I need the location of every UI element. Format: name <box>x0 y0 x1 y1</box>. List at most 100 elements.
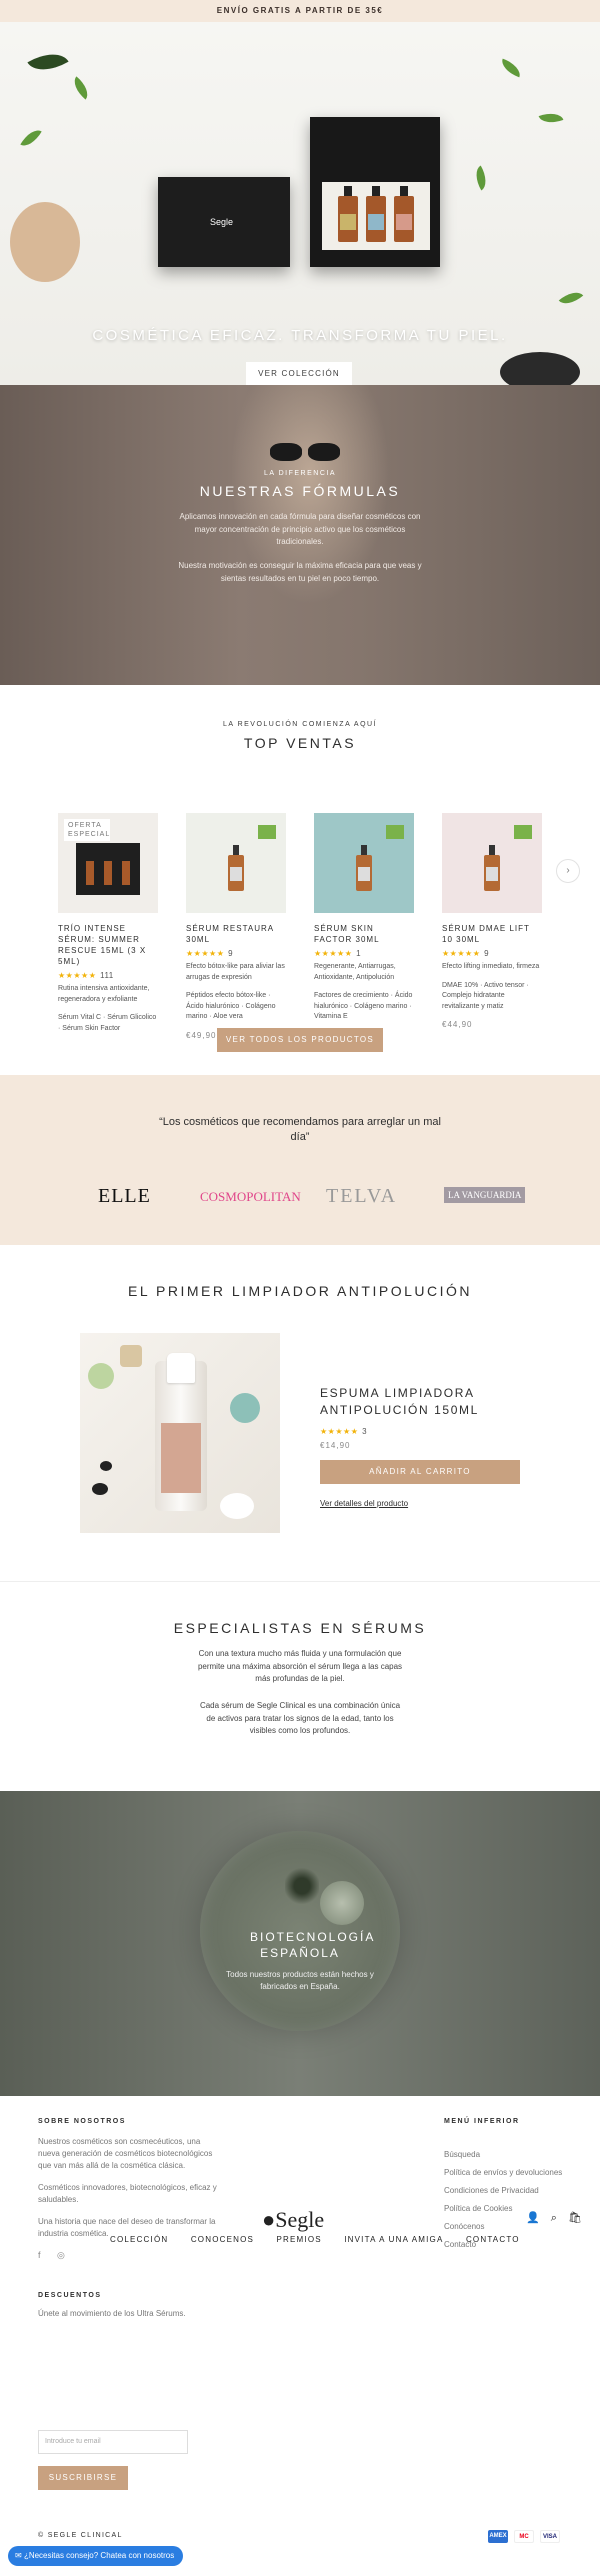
footer-link[interactable]: Búsqueda <box>444 2146 562 2164</box>
top-sales-overline: LA REVOLUCIÓN COMIENZA AQUÍ <box>222 721 378 728</box>
biotech-section: BIOTECNOLOGÍA ESPAÑOLA Todos nuestros pr… <box>0 1791 600 2096</box>
logo-mark-icon: ● <box>262 2207 276 2232</box>
review-count: 111 <box>100 971 114 980</box>
nav-item-conocenos[interactable]: CONOCENOS <box>191 2235 254 2244</box>
amex-icon: AMEX <box>488 2530 508 2543</box>
review-count: 9 <box>484 949 490 958</box>
hero-section: Segle COSMÉTICA EFICAZ. TRANSFORMA TU PI… <box>0 22 600 385</box>
product-name[interactable]: SÉRUM DMAE LIFT 10 30ML <box>442 923 542 945</box>
difference-section: LA DIFERENCIA NUESTRAS FÓRMULAS Aplicamo… <box>0 385 600 685</box>
rating-stars: ★★★★★ 1 <box>314 949 362 958</box>
chat-icon: ✉ <box>15 2551 22 2560</box>
product-card[interactable]: SÉRUM RESTAURA 30ML ★★★★★ 9 Efecto bótox… <box>186 813 286 1040</box>
sponge-decoration <box>10 202 80 282</box>
subscribe-button[interactable]: SUSCRIBIRSE <box>38 2466 128 2490</box>
serum-bottle <box>394 186 414 242</box>
product-card[interactable]: SÉRUM SKIN FACTOR 30ML ★★★★★ 1 Regeneran… <box>314 813 414 1040</box>
cart-icon[interactable]: 🛍 <box>568 2212 582 2224</box>
discounts-text: Únete al movimiento de los Ultra Sérums. <box>38 2309 186 2318</box>
product-name[interactable]: TRÍO INTENSE SÉRUM: SUMMER RESCUE 15ML (… <box>58 923 158 967</box>
difference-text-1: Aplicamos innovación en cada fórmula par… <box>179 512 421 546</box>
footer-link[interactable]: Política de envíos y devoluciones <box>444 2164 562 2182</box>
product-name[interactable]: SÉRUM SKIN FACTOR 30ML <box>314 923 414 945</box>
product-card[interactable]: SÉRUM DMAE LIFT 10 30ML ★★★★★ 9 Efecto l… <box>442 813 542 1029</box>
elle-logo: ELLE <box>98 1185 151 1207</box>
rating-stars: ★★★★★ 9 <box>442 949 490 958</box>
site-header: ●Segle COLECCIÓN CONOCENOS PREMIOS INVIT… <box>0 2203 600 2263</box>
leaf-decoration <box>470 165 492 191</box>
difference-title: NUESTRAS FÓRMULAS <box>199 483 401 499</box>
biotech-title: BIOTECNOLOGÍA ESPAÑOLA <box>250 1930 376 1960</box>
product-ingredients: Sérum Vital C · Sérum Glicolico · Sérum … <box>58 1014 157 1032</box>
product-ingredients: Factores de crecimiento · Ácido hialurón… <box>314 992 413 1020</box>
lavanguardia-logo: LA VANGUARDIA <box>444 1187 526 1203</box>
plant-decoration <box>285 1866 319 1906</box>
brand-logo[interactable]: ●Segle <box>262 2207 324 2233</box>
leaf-decoration <box>538 108 564 128</box>
visa-icon: VISA <box>540 2530 560 2543</box>
product-desc: Efecto lifting inmediato, firmeza <box>442 963 540 970</box>
product-name[interactable]: SÉRUM RESTAURA 30ML <box>186 923 286 945</box>
box-logo: Segle <box>210 217 234 227</box>
chat-button[interactable]: ✉ ¿Necesitas consejo? Chatea con nosotro… <box>8 2546 184 2566</box>
add-to-cart-button[interactable]: AÑADIR AL CARRITO <box>320 1460 520 1484</box>
offer-badge: OFERTA ESPECIAL <box>64 819 110 841</box>
telva-logo: TELVA <box>326 1185 398 1207</box>
review-count: 3 <box>362 1427 368 1436</box>
rating-stars: ★★★★★ 111 <box>58 971 114 980</box>
footer: SOBRE NOSOTROS Nuestros cosméticos son c… <box>0 2096 600 2480</box>
product-ingredients: DMAE 10% · Activo tensor · Complejo hidr… <box>442 981 529 1010</box>
nav-item-invita[interactable]: INVITA A UNA AMIGA <box>344 2235 443 2244</box>
chat-label: ¿Necesitas consejo? Chatea con nosotros <box>23 2551 175 2560</box>
carousel-next-button[interactable]: › <box>556 859 580 883</box>
stone-decoration <box>500 352 580 385</box>
nav-item-premios[interactable]: PREMIOS <box>277 2235 322 2244</box>
product-ingredients: Péptidos efecto bótox-like · Ácido hialu… <box>186 992 276 1020</box>
product-image[interactable] <box>314 813 414 913</box>
mastercard-icon: MC <box>514 2530 534 2543</box>
specialists-title: ESPECIALISTAS EN SÉRUMS <box>173 1620 427 1636</box>
rating-stars: ★★★★★ 3 <box>320 1427 368 1436</box>
account-icon[interactable]: 👤 <box>526 2212 540 2224</box>
search-icon[interactable]: ⌕ <box>551 2212 557 2224</box>
top-sales-title: TOP VENTAS <box>243 735 357 751</box>
featured-price: €14,90 <box>320 1441 351 1450</box>
press-section: “Los cosméticos que recomendamos para ar… <box>0 1075 600 1245</box>
menu-title: MENÚ INFERIOR <box>444 2118 520 2125</box>
serum-bottle <box>366 186 386 242</box>
review-count: 1 <box>356 949 362 958</box>
view-all-products-button[interactable]: VER TODOS LOS PRODUCTOS <box>217 1028 383 1052</box>
header-icons: 👤 ⌕ 🛍 <box>518 2211 582 2225</box>
product-image[interactable] <box>442 813 542 913</box>
review-count: 9 <box>228 949 234 958</box>
about-text-1: Nuestros cosméticos son cosmecéuticos, u… <box>38 2137 213 2170</box>
product-desc: Rutina intensiva antioxidante, regenerad… <box>58 985 150 1003</box>
main-nav: COLECCIÓN CONOCENOS PREMIOS INVITA A UNA… <box>110 2235 539 2244</box>
product-image[interactable] <box>186 813 286 913</box>
product-image[interactable]: OFERTA ESPECIAL <box>58 813 158 913</box>
product-price: €44,90 <box>442 1020 473 1029</box>
leaf-decoration <box>498 58 524 78</box>
about-title: SOBRE NOSOTROS <box>38 2118 126 2125</box>
specialists-section: ESPECIALISTAS EN SÉRUMS Con una textura … <box>0 1581 600 1791</box>
serum-bottle <box>338 186 358 242</box>
view-collection-button[interactable]: VER COLECCIÓN <box>246 362 352 385</box>
hero-title: COSMÉTICA EFICAZ. TRANSFORMA TU PIEL. <box>92 327 508 344</box>
copyright: © SEGLE CLINICAL <box>38 2532 123 2539</box>
product-details-link[interactable]: Ver detalles del producto <box>320 1499 408 1508</box>
featured-title: EL PRIMER LIMPIADOR ANTIPOLUCIÓN <box>128 1283 472 1299</box>
featured-product-section: EL PRIMER LIMPIADOR ANTIPOLUCIÓN ESPUMA … <box>0 1245 600 1581</box>
product-card[interactable]: OFERTA ESPECIAL TRÍO INTENSE SÉRUM: SUMM… <box>58 813 158 1034</box>
featured-product-name[interactable]: ESPUMA LIMPIADORA ANTIPOLUCIÓN 150ML <box>320 1385 490 1419</box>
product-desc: Efecto bótox-like para aliviar las arrug… <box>186 963 285 981</box>
press-quote: “Los cosméticos que recomendamos para ar… <box>159 1116 441 1143</box>
leaf-decoration <box>558 286 584 310</box>
email-input[interactable]: Introduce tu email <box>38 2430 188 2454</box>
nav-item-contacto[interactable]: CONTACTO <box>466 2235 520 2244</box>
top-sales-section: LA REVOLUCIÓN COMIENZA AQUÍ TOP VENTAS O… <box>0 685 600 1075</box>
product-desc: Regenerante, Antiarrugas, Antioxidante, … <box>314 963 396 981</box>
footer-link[interactable]: Condiciones de Privacidad <box>444 2182 562 2200</box>
nav-item-coleccion[interactable]: COLECCIÓN <box>110 2235 168 2244</box>
featured-product-image[interactable] <box>80 1333 280 1533</box>
leaf-decoration <box>27 44 69 80</box>
